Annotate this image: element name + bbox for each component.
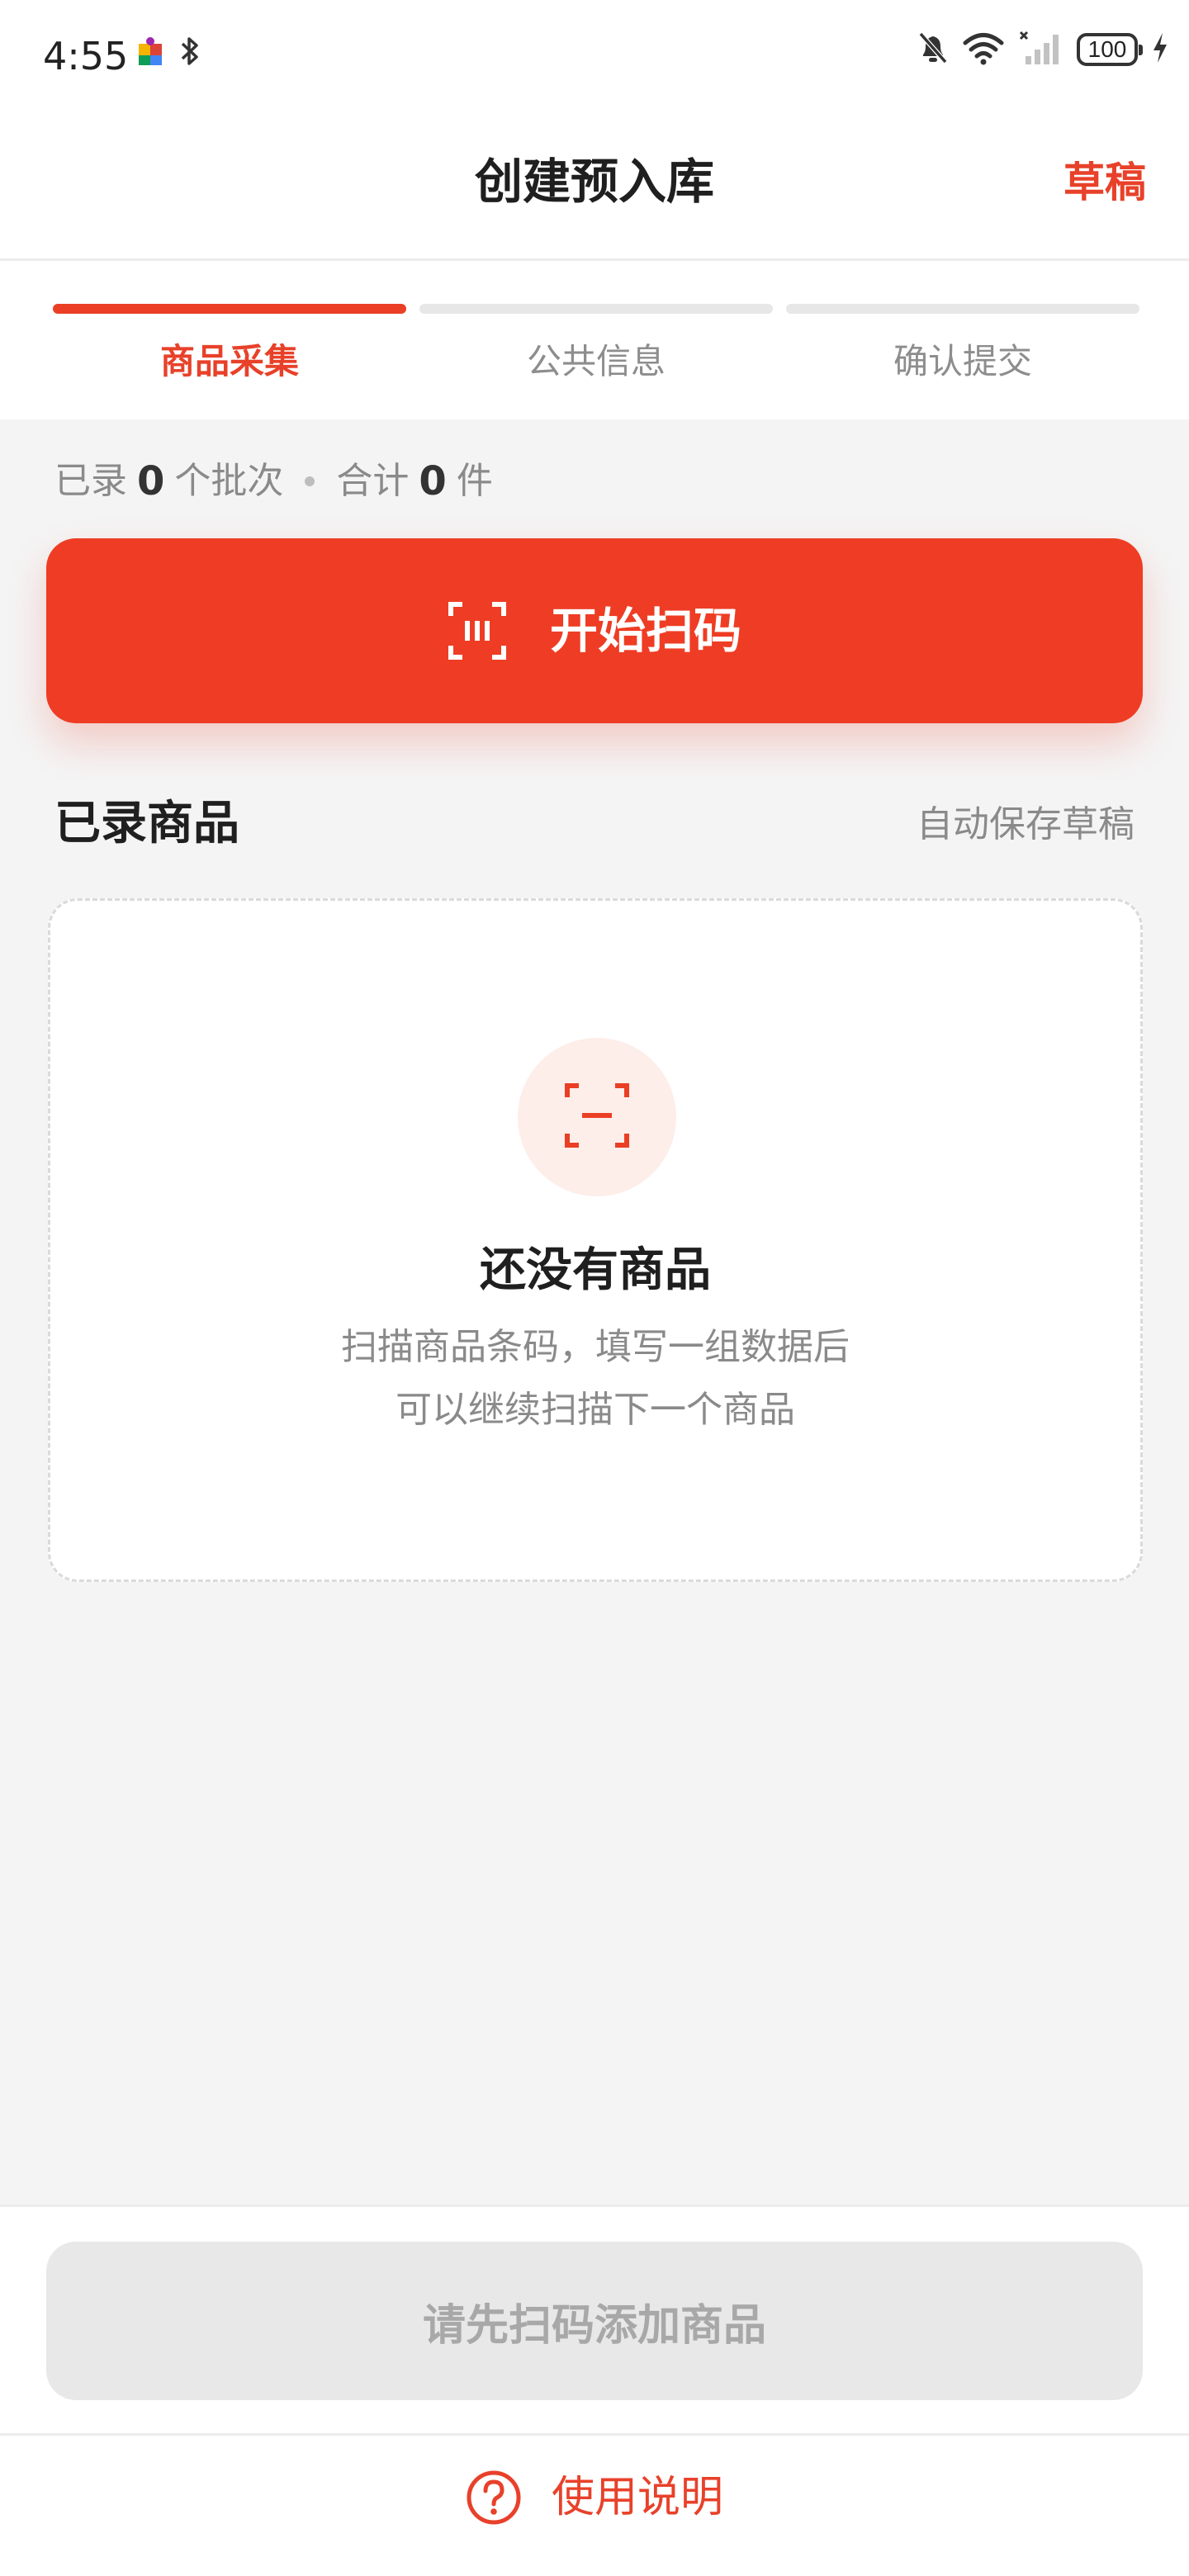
recorded-products-title: 已录商品 [54, 797, 239, 850]
empty-title: 还没有商品 [480, 1243, 711, 1297]
scan-frame-icon [564, 1082, 630, 1152]
autosave-hint: 自动保存草稿 [917, 803, 1135, 845]
step-confirm-submit[interactable]: 确认提交 [786, 304, 1139, 386]
submit-button-disabled[interactable]: 请先扫码添加商品 [46, 2242, 1143, 2400]
bottom-panel: 请先扫码添加商品 使用说明 [0, 2204, 1189, 2576]
batch-unit: 个批次 [174, 460, 284, 502]
barcode-scan-icon [448, 601, 507, 661]
empty-description-line1: 扫描商品条码，填写一组数据后 [341, 1326, 850, 1368]
divider [0, 2433, 1189, 2436]
separator-dot [305, 476, 315, 486]
status-left-icons [135, 35, 201, 71]
batch-count: 0 [137, 458, 165, 504]
item-unit: 件 [456, 460, 493, 502]
step-progress-bar [786, 304, 1139, 314]
empty-products-card: 还没有商品 扫描商品条码，填写一组数据后 可以继续扫描下一个商品 [48, 898, 1143, 1582]
question-circle-icon [466, 2469, 522, 2526]
step-label: 确认提交 [893, 341, 1032, 381]
draft-button[interactable]: 草稿 [1063, 154, 1146, 211]
step-indicator: 商品采集 公共信息 确认提交 [0, 261, 1189, 419]
total-label: 合计 [336, 460, 410, 502]
wifi-icon [963, 31, 1004, 69]
step-product-collection[interactable]: 商品采集 [53, 304, 406, 386]
summary-prefix: 已录 [54, 460, 127, 502]
empty-description-line2: 可以继续扫描下一个商品 [396, 1389, 795, 1431]
muted-bell-icon [917, 30, 950, 69]
charging-icon [1151, 31, 1169, 68]
start-scan-button[interactable]: 开始扫码 [46, 538, 1143, 723]
puzzle-icon [135, 36, 167, 70]
step-label: 商品采集 [159, 341, 299, 381]
status-right-icons: 100 [917, 30, 1169, 69]
status-time: 4:55 [43, 34, 129, 78]
step-public-info[interactable]: 公共信息 [419, 304, 773, 386]
record-summary: 已录 0 个批次 合计 0 件 [54, 452, 493, 510]
step-label: 公共信息 [526, 341, 666, 381]
page-title: 创建预入库 [474, 154, 714, 210]
step-progress-bar [53, 304, 406, 314]
step-progress-bar [419, 304, 773, 314]
item-count: 0 [419, 458, 447, 504]
start-scan-label: 开始扫码 [549, 603, 741, 659]
status-bar: 4:55 100 [0, 0, 1189, 112]
empty-icon-circle [518, 1038, 676, 1196]
app-header: 创建预入库 草稿 [0, 112, 1189, 261]
bluetooth-icon [178, 35, 201, 71]
usage-guide-label: 使用说明 [551, 2473, 723, 2522]
usage-guide-link[interactable]: 使用说明 [0, 2465, 1189, 2531]
battery-icon: 100 [1077, 33, 1143, 66]
no-signal-icon [1017, 30, 1063, 69]
